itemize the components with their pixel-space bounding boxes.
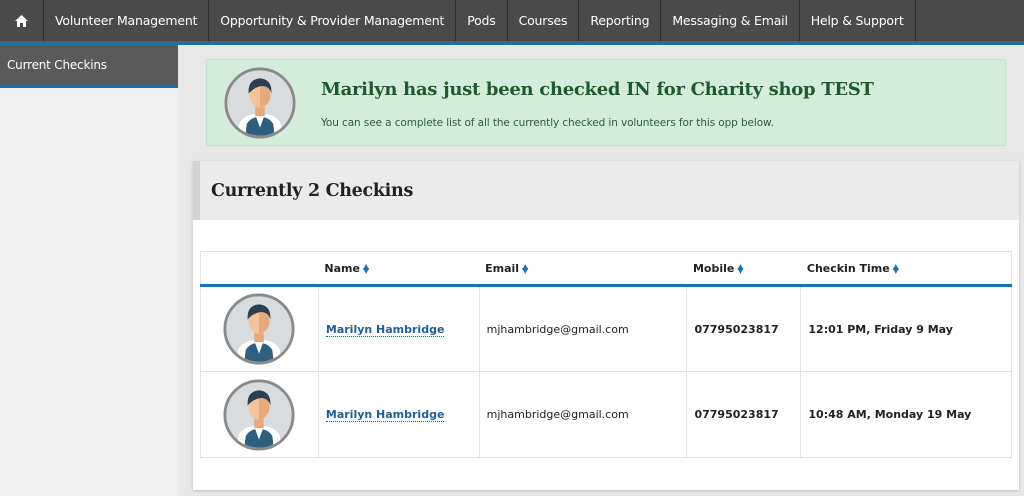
nav-pods[interactable]: Pods xyxy=(456,0,508,41)
table-row: Marilyn Hambridge mjhambridge@gmail.com … xyxy=(200,371,1012,458)
mobile-cell: 07795023817 xyxy=(686,285,802,372)
column-email[interactable]: Email ▲ ▼ xyxy=(479,251,687,287)
home-button[interactable] xyxy=(0,0,44,41)
column-name[interactable]: Name ▲ ▼ xyxy=(318,251,480,287)
sidebar-item-current-checkins[interactable]: Current Checkins xyxy=(0,45,178,88)
avatar-cell xyxy=(200,285,319,372)
avatar xyxy=(223,379,295,451)
panel-header: Currently 2 Checkins xyxy=(193,161,1019,220)
nav-volunteer-management[interactable]: Volunteer Management xyxy=(44,0,210,41)
email-cell: mjhambridge@gmail.com xyxy=(478,371,688,458)
email-cell: mjhambridge@gmail.com xyxy=(478,285,688,372)
panel-title: Currently 2 Checkins xyxy=(211,180,414,201)
volunteer-name-link[interactable]: Marilyn Hambridge xyxy=(325,322,445,337)
table-row: Marilyn Hambridge mjhambridge@gmail.com … xyxy=(200,285,1012,372)
checkins-table: Name ▲ ▼ Email ▲ ▼ Mobile ▲ ▼ Checkin Time ▲ ▼ M… xyxy=(200,251,1012,458)
mobile-cell: 07795023817 xyxy=(686,371,802,458)
checkin-time-cell: 10:48 AM, Monday 19 May xyxy=(800,371,1012,458)
sort-icon: ▲ ▼ xyxy=(737,261,744,275)
sort-icon: ▲ ▼ xyxy=(362,261,370,275)
name-cell: Marilyn Hambridge xyxy=(317,371,480,458)
top-navigation: Volunteer Management Opportunity & Provi… xyxy=(0,0,1024,45)
volunteer-name-link[interactable]: Marilyn Hambridge xyxy=(325,408,445,422)
nav-messaging-email[interactable]: Messaging & Email xyxy=(661,0,800,41)
nav-help-support[interactable]: Help & Support xyxy=(800,0,916,41)
checkins-panel: Currently 2 Checkins Name ▲ ▼ Email ▲ ▼ Mobi… xyxy=(193,161,1019,490)
sort-icon: ▲ ▼ xyxy=(892,261,899,275)
sort-icon: ▲ ▼ xyxy=(522,261,529,275)
nav-courses[interactable]: Courses xyxy=(508,0,580,41)
column-avatar xyxy=(200,251,319,287)
avatar-cell xyxy=(200,371,319,458)
nav-opportunity-provider-management[interactable]: Opportunity & Provider Management xyxy=(209,0,457,41)
sidebar: Current Checkins xyxy=(0,45,178,496)
home-icon xyxy=(15,14,28,27)
alert-title: Marilyn has just been checked IN for Cha… xyxy=(321,79,874,100)
table-header-row: Name ▲ ▼ Email ▲ ▼ Mobile ▲ ▼ Checkin Time ▲ ▼ xyxy=(200,251,1012,287)
avatar xyxy=(223,293,295,365)
column-checkin-time[interactable]: Checkin Time ▲ ▼ xyxy=(800,251,1012,287)
checkin-time-cell: 12:01 PM, Friday 9 May xyxy=(800,285,1012,372)
alert-message: You can see a complete list of all the c… xyxy=(321,117,774,129)
nav-reporting[interactable]: Reporting xyxy=(579,0,662,41)
name-cell: Marilyn Hambridge xyxy=(317,285,480,372)
success-alert: Marilyn has just been checked IN for Cha… xyxy=(206,59,1006,146)
column-mobile[interactable]: Mobile ▲ ▼ xyxy=(686,251,801,287)
avatar xyxy=(224,67,296,139)
